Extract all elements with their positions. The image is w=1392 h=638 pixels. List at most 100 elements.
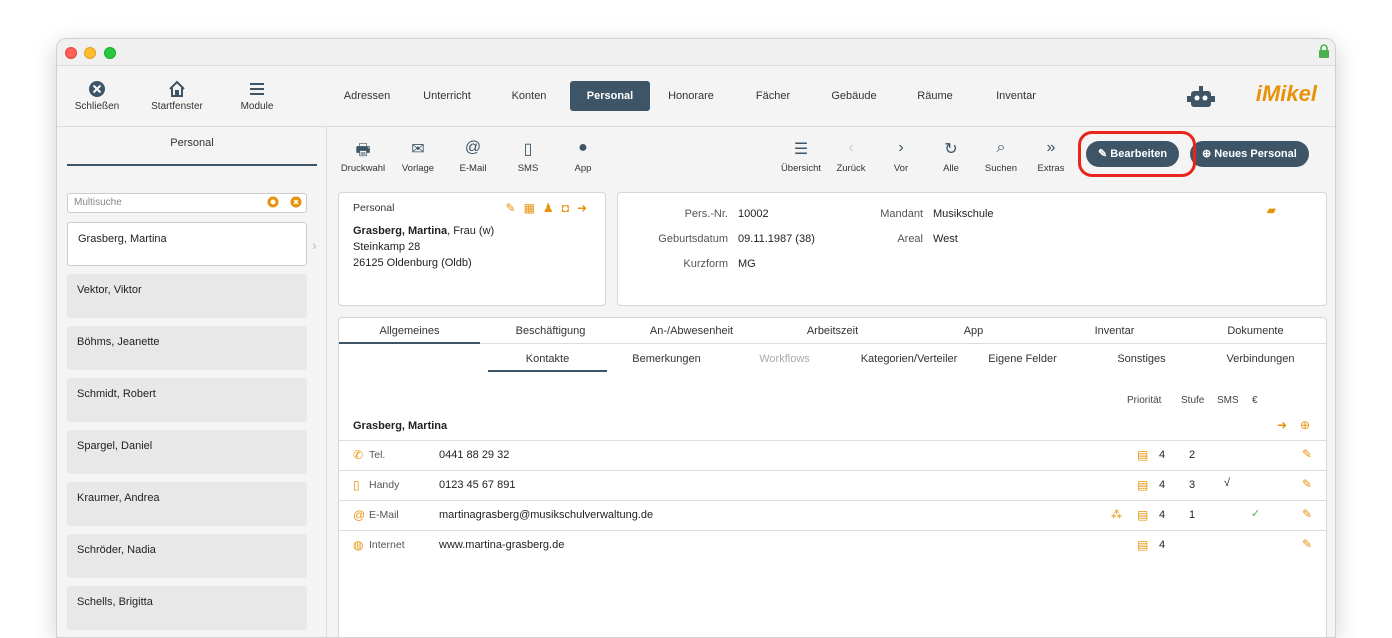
back-button[interactable]: ‹ Zurück [826, 139, 876, 174]
home-icon [169, 80, 185, 97]
close-window-button[interactable] [65, 47, 77, 59]
list-item[interactable]: Schröder, Nadia [67, 534, 307, 578]
table-row[interactable]: ▯ Handy 0123 45 67 891 ▤ 4 3 √ ✎ [339, 470, 1326, 500]
home-label: Startfenster [151, 101, 203, 112]
list-icon: ☰ [793, 141, 809, 158]
tab-konten[interactable]: Konten [499, 81, 559, 111]
arrow-circle-icon[interactable]: ➜ [1277, 418, 1287, 432]
email-label: E-Mail [459, 163, 487, 174]
tab-abwesenheit[interactable]: An-/Abwesenheit [621, 318, 762, 344]
tab-eigene-felder[interactable]: Eigene Felder [963, 346, 1082, 372]
list-item[interactable]: Schells, Brigitta [67, 586, 307, 630]
pencil-icon[interactable]: ✎ [1302, 447, 1312, 461]
table-row[interactable]: ◍ Internet www.martina-grasberg.de ▤ 4 ✎ [339, 530, 1326, 560]
priority-header: Priorität [1127, 395, 1162, 406]
maximize-window-button[interactable] [104, 47, 116, 59]
arrow-circle-icon[interactable]: ➜ [577, 201, 595, 215]
tab-kategorien[interactable]: Kategorien/Verteiler [844, 346, 974, 372]
all-button[interactable]: ↻ Alle [926, 139, 976, 174]
contact-label: Handy [369, 479, 400, 491]
tab-beschaeftigung[interactable]: Beschäftigung [480, 318, 621, 344]
sms-check: √ [1224, 477, 1231, 489]
tab-personal[interactable]: Personal [570, 81, 650, 111]
tab-inventar[interactable]: Inventar [1044, 318, 1185, 344]
list-item[interactable]: Kraumer, Andrea [67, 482, 307, 526]
tab-arbeitszeit[interactable]: Arbeitszeit [762, 318, 903, 344]
extras-button[interactable]: » Extras [1026, 139, 1076, 174]
euro-check-icon: ✓ [1251, 508, 1261, 520]
overview-button[interactable]: ☰ Übersicht [776, 139, 826, 174]
short-label: Kurzform [683, 258, 728, 270]
add-contact-icon[interactable]: ⊕ [1300, 418, 1310, 432]
modules-button[interactable]: Module [227, 79, 287, 112]
globe-icon: ◍ [353, 538, 364, 552]
app-button[interactable]: ● App [558, 139, 608, 174]
note-icon[interactable]: ▰ [1267, 203, 1276, 217]
tab-faecher[interactable]: Fächer [743, 81, 803, 111]
list-item[interactable]: Spargel, Daniel [67, 430, 307, 474]
mandant-value: Musikschule [933, 208, 994, 220]
clipboard-icon[interactable]: ▤ [1137, 508, 1148, 522]
areal-label: Areal [897, 233, 923, 245]
lock-icon [1319, 44, 1329, 58]
contact-priority: 4 [1159, 449, 1166, 461]
search-label: Suchen [984, 163, 1018, 174]
template-button[interactable]: ✉ Vorlage [393, 139, 443, 174]
tab-unterricht[interactable]: Unterricht [417, 81, 477, 111]
pencil-icon[interactable]: ✎ [506, 201, 524, 215]
search-input[interactable]: Multisuche [67, 193, 307, 213]
table-row[interactable]: ✆ Tel. 0441 88 29 32 ▤ 4 2 ✎ [339, 440, 1326, 470]
clipboard-icon[interactable]: ▤ [1137, 448, 1148, 462]
chevron-right-icon: › [898, 139, 904, 156]
tab-raeume[interactable]: Räume [905, 81, 965, 111]
user-icon[interactable]: ♟ [543, 201, 562, 215]
tab-inventar[interactable]: Inventar [986, 81, 1046, 111]
home-button[interactable]: Startfenster [147, 79, 207, 112]
sms-button[interactable]: ▯ SMS [503, 139, 553, 174]
clipboard-icon[interactable]: ▤ [1137, 478, 1148, 492]
list-item[interactable]: Grasberg, Martina [67, 222, 307, 266]
highlight-marker [1078, 131, 1196, 177]
calendar-icon[interactable]: ▦ [524, 201, 543, 215]
euro-header: € [1252, 395, 1258, 406]
forward-button[interactable]: › Vor [876, 139, 926, 174]
list-item[interactable]: Vektor, Viktor [67, 274, 307, 318]
close-label: Schließen [74, 101, 120, 112]
tab-verbindungen[interactable]: Verbindungen [1201, 346, 1320, 372]
contact-label: E-Mail [369, 509, 399, 521]
robot-icon[interactable] [1187, 85, 1215, 109]
tab-gebaeude[interactable]: Gebäude [824, 81, 884, 111]
pencil-icon[interactable]: ✎ [1302, 537, 1312, 551]
pencil-icon[interactable]: ✎ [1302, 507, 1312, 521]
close-button[interactable]: Schließen [67, 79, 127, 112]
tab-honorare[interactable]: Honorare [661, 81, 721, 111]
tab-dokumente[interactable]: Dokumente [1185, 318, 1326, 344]
tab-kontakte[interactable]: Kontakte [488, 346, 607, 372]
contact-level: 1 [1189, 509, 1196, 521]
clipboard-icon[interactable]: ▤ [1137, 538, 1148, 552]
tab-allgemeines[interactable]: Allgemeines [339, 318, 480, 344]
tab-sonstiges[interactable]: Sonstiges [1082, 346, 1201, 372]
contact-label: Tel. [369, 449, 386, 461]
tab-bemerkungen[interactable]: Bemerkungen [607, 346, 726, 372]
print-button[interactable]: 🖶 Druckwahl [338, 139, 388, 174]
gear-icon[interactable] [267, 196, 279, 208]
list-item[interactable]: Böhms, Jeanette [67, 326, 307, 370]
all-label: Alle [943, 163, 959, 174]
at-icon: @ [464, 139, 482, 156]
pencil-icon[interactable]: ✎ [1302, 477, 1312, 491]
email-button[interactable]: @ E-Mail [448, 139, 498, 174]
list-item[interactable]: Schmidt, Robert [67, 378, 307, 422]
table-row[interactable]: @ E-Mail martinagrasberg@musikschulverwa… [339, 500, 1326, 530]
clear-icon[interactable] [290, 196, 302, 208]
search-button[interactable]: ⌕ Suchen [976, 139, 1026, 174]
contact-priority: 4 [1159, 509, 1166, 521]
tab-adressen[interactable]: Adressen [337, 81, 397, 111]
minimize-window-button[interactable] [84, 47, 96, 59]
hierarchy-icon[interactable]: ⁂ [1111, 508, 1122, 521]
robot-icon[interactable]: ◘ [562, 201, 577, 215]
contact-value: 0123 45 67 891 [439, 479, 516, 491]
new-personal-button[interactable]: ⊕ Neues Personal [1190, 141, 1309, 167]
tab-app[interactable]: App [903, 318, 1044, 344]
modules-label: Module [240, 101, 274, 112]
